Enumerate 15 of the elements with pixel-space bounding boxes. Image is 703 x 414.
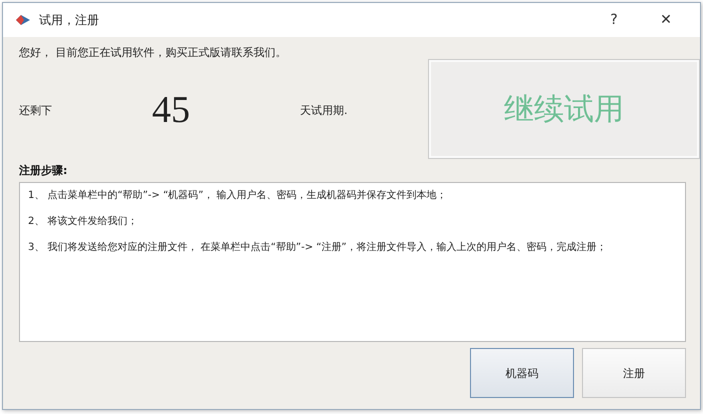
days-count: 45 (152, 88, 190, 132)
app-logo-icon (15, 14, 31, 26)
step-text: 1、 点击菜单栏中的“帮助”-> “机器码”， 输入用户名、密码，生成机器码并保存文件到本地； (28, 189, 448, 203)
step-text: 2、 将该文件发给我们； (28, 215, 139, 229)
window-title: 试用，注册 (39, 12, 100, 28)
instructions-field[interactable]: 1、 点击菜单栏中的“帮助”-> “机器码”， 输入用户名、密码，生成机器码并保存文件到本地； 2、 将该文件发给我们； 3、 我们将发送给您对应的注册文件， 在菜单栏中点击“帮助”-> “注册”，将注册文件导入，输入上次的用户名、密码，完成注册； (19, 182, 686, 342)
step-text: 3、 我们将发送给您对应的注册文件， 在菜单栏中点击“帮助”-> “注册”，将注册文件导入，输入上次的用户名、密码，完成注册； (28, 241, 608, 255)
trial-label: 天试用期. (300, 102, 348, 118)
steps-heading: 注册步骤: (19, 163, 68, 178)
greeting-text: 您好， 目前您正在试用软件，购买正式版请联系我们。 (19, 45, 288, 60)
remaining-label: 还剩下 (19, 102, 52, 118)
machine-code-button[interactable]: 机器码 (470, 348, 574, 398)
close-button[interactable]: ✕ (644, 5, 688, 35)
help-button[interactable]: ? (592, 5, 636, 35)
register-button[interactable]: 注册 (582, 348, 686, 398)
